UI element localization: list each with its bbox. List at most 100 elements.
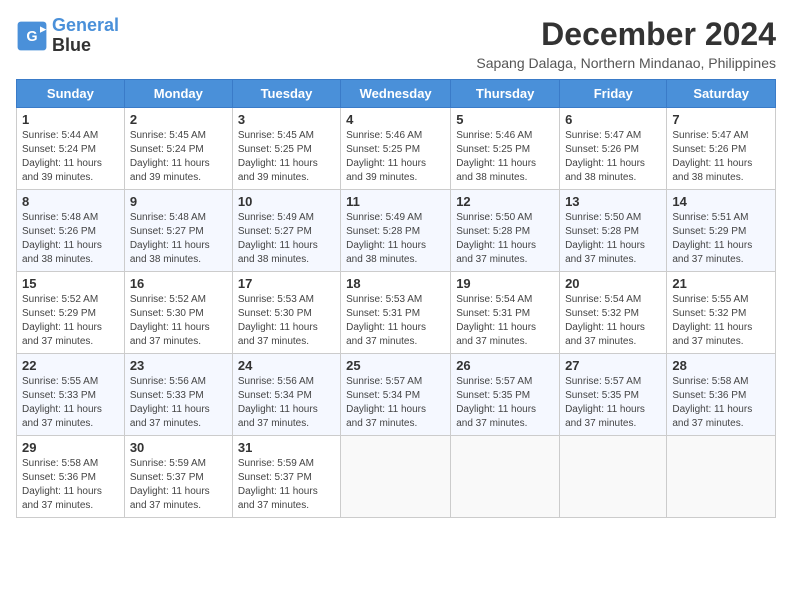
- calendar-cell: 2Sunrise: 5:45 AM Sunset: 5:24 PM Daylig…: [124, 108, 232, 190]
- calendar-cell: 21Sunrise: 5:55 AM Sunset: 5:32 PM Dayli…: [667, 272, 776, 354]
- svg-text:G: G: [26, 29, 37, 45]
- day-info: Sunrise: 5:53 AM Sunset: 5:30 PM Dayligh…: [238, 293, 335, 349]
- day-number: 25: [346, 358, 445, 373]
- calendar-cell: [667, 436, 776, 518]
- day-number: 20: [565, 276, 661, 291]
- day-info: Sunrise: 5:56 AM Sunset: 5:34 PM Dayligh…: [238, 375, 335, 431]
- day-info: Sunrise: 5:47 AM Sunset: 5:26 PM Dayligh…: [565, 129, 661, 185]
- day-info: Sunrise: 5:48 AM Sunset: 5:26 PM Dayligh…: [22, 211, 119, 267]
- calendar-cell: 27 Sunrise: 5:57 AM Sunset: 5:35 PM Dayli…: [560, 354, 667, 436]
- page-header: G GeneralBlue December 2024 Sapang Dalag…: [16, 16, 776, 71]
- day-number: 16: [130, 276, 227, 291]
- day-number: 27: [565, 358, 661, 373]
- calendar-week-4: 22Sunrise: 5:55 AM Sunset: 5:33 PM Dayli…: [17, 354, 776, 436]
- day-info: Sunrise: 5:48 AM Sunset: 5:27 PM Dayligh…: [130, 211, 227, 267]
- calendar-cell: 6 Sunrise: 5:47 AM Sunset: 5:26 PM Daylig…: [560, 108, 667, 190]
- calendar-cell: [560, 436, 667, 518]
- day-info: Sunrise: 5:58 AM Sunset: 5:36 PM Dayligh…: [672, 375, 770, 431]
- day-header-friday: Friday: [560, 80, 667, 108]
- calendar-cell: 18 Sunrise: 5:53 AM Sunset: 5:31 PM Dayli…: [341, 272, 451, 354]
- day-number: 26: [456, 358, 554, 373]
- day-number: 22: [22, 358, 119, 373]
- calendar-cell: 9 Sunrise: 5:48 AM Sunset: 5:27 PM Daylig…: [124, 190, 232, 272]
- calendar-cell: [341, 436, 451, 518]
- day-number: 19: [456, 276, 554, 291]
- calendar-cell: 8 Sunrise: 5:48 AM Sunset: 5:26 PM Daylig…: [17, 190, 125, 272]
- calendar-cell: 17Sunrise: 5:53 AM Sunset: 5:30 PM Dayli…: [232, 272, 340, 354]
- day-info: Sunrise: 5:51 AM Sunset: 5:29 PM Dayligh…: [672, 211, 770, 267]
- calendar-cell: 7Sunrise: 5:47 AM Sunset: 5:26 PM Daylig…: [667, 108, 776, 190]
- title-section: December 2024 Sapang Dalaga, Northern Mi…: [476, 16, 776, 71]
- day-info: Sunrise: 5:46 AM Sunset: 5:25 PM Dayligh…: [346, 129, 445, 185]
- calendar-week-1: 1 Sunrise: 5:44 AM Sunset: 5:24 PM Daylig…: [17, 108, 776, 190]
- calendar-cell: 25 Sunrise: 5:57 AM Sunset: 5:34 PM Dayli…: [341, 354, 451, 436]
- day-info: Sunrise: 5:50 AM Sunset: 5:28 PM Dayligh…: [565, 211, 661, 267]
- day-info: Sunrise: 5:44 AM Sunset: 5:24 PM Dayligh…: [22, 129, 119, 185]
- day-number: 1: [22, 112, 119, 127]
- calendar-cell: 16Sunrise: 5:52 AM Sunset: 5:30 PM Dayli…: [124, 272, 232, 354]
- day-number: 18: [346, 276, 445, 291]
- day-number: 12: [456, 194, 554, 209]
- logo: G GeneralBlue: [16, 16, 119, 56]
- calendar-cell: 13 Sunrise: 5:50 AM Sunset: 5:28 PM Dayli…: [560, 190, 667, 272]
- day-info: Sunrise: 5:49 AM Sunset: 5:27 PM Dayligh…: [238, 211, 335, 267]
- calendar-cell: 19Sunrise: 5:54 AM Sunset: 5:31 PM Dayli…: [451, 272, 560, 354]
- calendar-cell: 30 Sunrise: 5:59 AM Sunset: 5:37 PM Dayli…: [124, 436, 232, 518]
- day-number: 9: [130, 194, 227, 209]
- day-info: Sunrise: 5:59 AM Sunset: 5:37 PM Dayligh…: [238, 457, 335, 513]
- logo-text: GeneralBlue: [52, 16, 119, 56]
- day-info: Sunrise: 5:53 AM Sunset: 5:31 PM Dayligh…: [346, 293, 445, 349]
- location: Sapang Dalaga, Northern Mindanao, Philip…: [476, 55, 776, 71]
- day-header-thursday: Thursday: [451, 80, 560, 108]
- day-info: Sunrise: 5:50 AM Sunset: 5:28 PM Dayligh…: [456, 211, 554, 267]
- calendar-cell: 20 Sunrise: 5:54 AM Sunset: 5:32 PM Dayli…: [560, 272, 667, 354]
- day-info: Sunrise: 5:54 AM Sunset: 5:32 PM Dayligh…: [565, 293, 661, 349]
- day-number: 5: [456, 112, 554, 127]
- calendar-cell: 29Sunrise: 5:58 AM Sunset: 5:36 PM Dayli…: [17, 436, 125, 518]
- day-header-wednesday: Wednesday: [341, 80, 451, 108]
- calendar-cell: 12 Sunrise: 5:50 AM Sunset: 5:28 PM Dayli…: [451, 190, 560, 272]
- day-number: 28: [672, 358, 770, 373]
- day-info: Sunrise: 5:57 AM Sunset: 5:35 PM Dayligh…: [565, 375, 661, 431]
- calendar-cell: [451, 436, 560, 518]
- day-number: 15: [22, 276, 119, 291]
- calendar-cell: 1 Sunrise: 5:44 AM Sunset: 5:24 PM Daylig…: [17, 108, 125, 190]
- calendar-cell: 28 Sunrise: 5:58 AM Sunset: 5:36 PM Dayli…: [667, 354, 776, 436]
- day-info: Sunrise: 5:57 AM Sunset: 5:34 PM Dayligh…: [346, 375, 445, 431]
- day-number: 14: [672, 194, 770, 209]
- day-number: 4: [346, 112, 445, 127]
- month-title: December 2024: [476, 16, 776, 53]
- day-number: 13: [565, 194, 661, 209]
- day-info: Sunrise: 5:55 AM Sunset: 5:32 PM Dayligh…: [672, 293, 770, 349]
- day-number: 3: [238, 112, 335, 127]
- calendar-table: SundayMondayTuesdayWednesdayThursdayFrid…: [16, 79, 776, 518]
- calendar-cell: 11 Sunrise: 5:49 AM Sunset: 5:28 PM Dayli…: [341, 190, 451, 272]
- day-number: 30: [130, 440, 227, 455]
- day-number: 31: [238, 440, 335, 455]
- day-number: 10: [238, 194, 335, 209]
- day-number: 8: [22, 194, 119, 209]
- day-header-tuesday: Tuesday: [232, 80, 340, 108]
- calendar-cell: 14 Sunrise: 5:51 AM Sunset: 5:29 PM Dayli…: [667, 190, 776, 272]
- calendar-cell: 5Sunrise: 5:46 AM Sunset: 5:25 PM Daylig…: [451, 108, 560, 190]
- day-info: Sunrise: 5:47 AM Sunset: 5:26 PM Dayligh…: [672, 129, 770, 185]
- calendar-week-2: 8 Sunrise: 5:48 AM Sunset: 5:26 PM Daylig…: [17, 190, 776, 272]
- calendar-cell: 22Sunrise: 5:55 AM Sunset: 5:33 PM Dayli…: [17, 354, 125, 436]
- day-number: 11: [346, 194, 445, 209]
- day-info: Sunrise: 5:45 AM Sunset: 5:25 PM Dayligh…: [238, 129, 335, 185]
- day-info: Sunrise: 5:57 AM Sunset: 5:35 PM Dayligh…: [456, 375, 554, 431]
- day-info: Sunrise: 5:56 AM Sunset: 5:33 PM Dayligh…: [130, 375, 227, 431]
- day-number: 6: [565, 112, 661, 127]
- calendar-cell: 15Sunrise: 5:52 AM Sunset: 5:29 PM Dayli…: [17, 272, 125, 354]
- calendar-cell: 23 Sunrise: 5:56 AM Sunset: 5:33 PM Dayli…: [124, 354, 232, 436]
- day-header-monday: Monday: [124, 80, 232, 108]
- day-header-saturday: Saturday: [667, 80, 776, 108]
- day-number: 2: [130, 112, 227, 127]
- day-number: 23: [130, 358, 227, 373]
- day-header-sunday: Sunday: [17, 80, 125, 108]
- day-info: Sunrise: 5:59 AM Sunset: 5:37 PM Dayligh…: [130, 457, 227, 513]
- calendar-header-row: SundayMondayTuesdayWednesdayThursdayFrid…: [17, 80, 776, 108]
- day-info: Sunrise: 5:49 AM Sunset: 5:28 PM Dayligh…: [346, 211, 445, 267]
- day-number: 24: [238, 358, 335, 373]
- calendar-cell: 31 Sunrise: 5:59 AM Sunset: 5:37 PM Dayli…: [232, 436, 340, 518]
